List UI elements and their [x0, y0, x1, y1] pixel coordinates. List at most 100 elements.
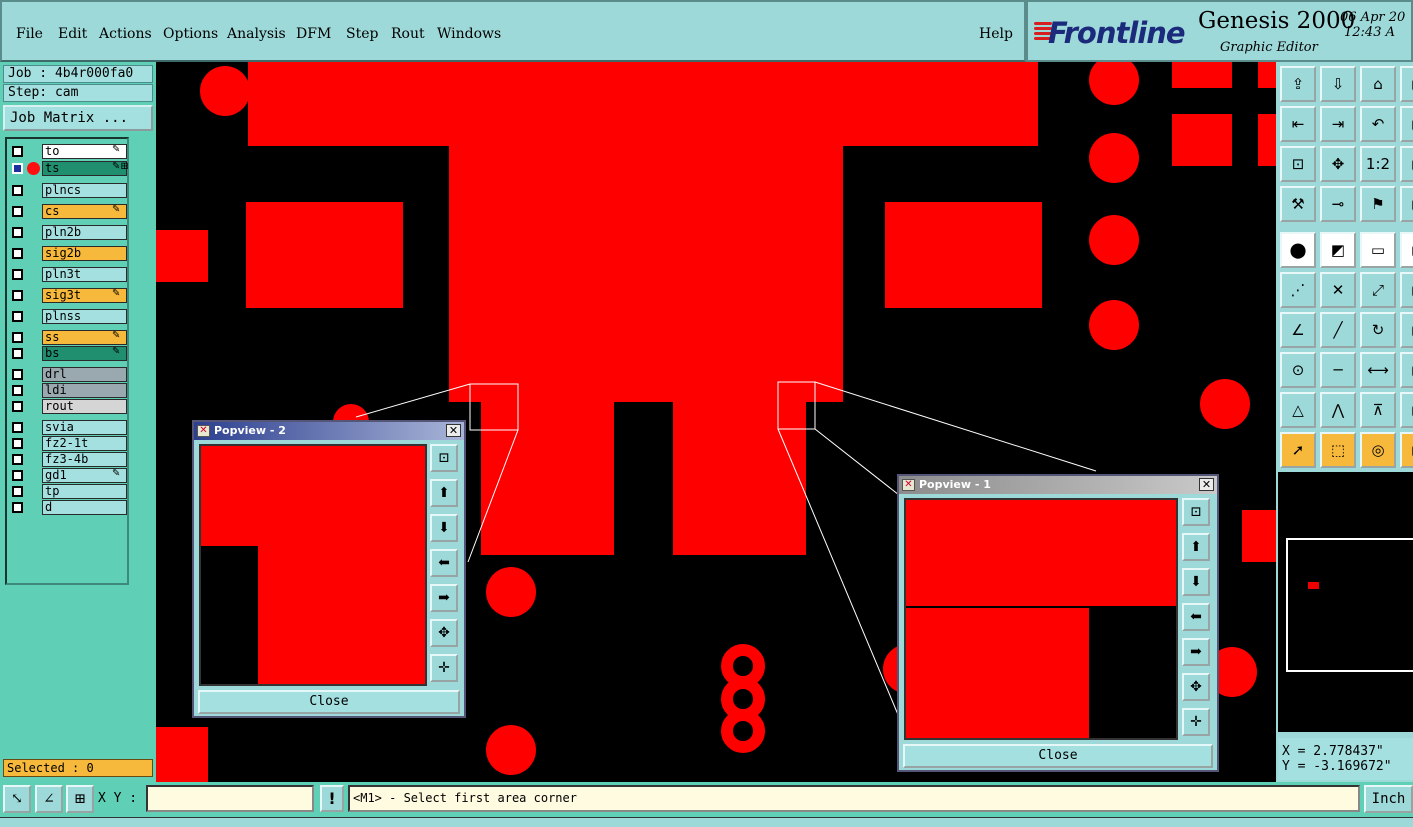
alert-button[interactable]: !: [320, 785, 344, 812]
layer-checkbox[interactable]: [12, 332, 23, 343]
layer-label[interactable]: rout: [42, 399, 127, 414]
layer-checkbox[interactable]: [12, 290, 23, 301]
dimension-icon[interactable]: ⟷: [1360, 352, 1396, 388]
layer-checkbox[interactable]: [12, 438, 23, 449]
layer-row[interactable]: ss ✎: [9, 330, 127, 345]
layer-row[interactable]: cs ✎: [9, 204, 127, 219]
open-step-icon[interactable]: ⇪: [1280, 66, 1316, 102]
layer-row[interactable]: bs ✎: [9, 346, 127, 361]
more2-icon[interactable]: ▢: [1400, 146, 1413, 182]
traffic-light-icon[interactable]: ⚑: [1360, 186, 1396, 222]
layer-row[interactable]: fz2-1t: [9, 436, 127, 451]
layer-row[interactable]: plncs: [9, 183, 127, 198]
pointer-circle-icon[interactable]: ◎: [1360, 432, 1396, 468]
xy-input[interactable]: [146, 785, 314, 812]
more4-icon[interactable]: ▢: [1400, 232, 1413, 268]
pointer-icon[interactable]: ➚: [1280, 432, 1316, 468]
layer-label[interactable]: drl: [42, 367, 127, 382]
layer-checkbox[interactable]: [12, 348, 23, 359]
layer-label[interactable]: pln2b: [42, 225, 127, 240]
cross-icon[interactable]: ✕: [1320, 272, 1356, 308]
menu-actions[interactable]: Actions: [99, 26, 152, 42]
overview-map[interactable]: [1278, 472, 1413, 732]
zoom-out-icon[interactable]: ✥: [1182, 673, 1210, 701]
job-matrix-button[interactable]: Job Matrix ...: [3, 105, 153, 131]
layer-row[interactable]: pln3t: [9, 267, 127, 282]
layer-checkbox[interactable]: [12, 385, 23, 396]
layer-row[interactable]: tp: [9, 484, 127, 499]
layer-checkbox[interactable]: [12, 248, 23, 259]
layer-label[interactable]: plnss: [42, 309, 127, 324]
pan-right-icon[interactable]: ➡: [1182, 638, 1210, 666]
layer-label[interactable]: plncs: [42, 183, 127, 198]
ruler-icon[interactable]: ▭: [1360, 232, 1396, 268]
next-icon[interactable]: ⇥: [1320, 106, 1356, 142]
zoom-in-icon[interactable]: ✛: [430, 654, 458, 682]
layer-checkbox[interactable]: [12, 502, 23, 513]
link-icon[interactable]: ⤢: [1360, 272, 1396, 308]
menu-dfm[interactable]: DFM: [296, 26, 331, 42]
layer-row[interactable]: drl: [9, 367, 127, 382]
layer-row[interactable]: ts ✎⊞: [9, 161, 129, 176]
layer-checkbox[interactable]: [12, 422, 23, 433]
window-menu-icon[interactable]: ✕: [197, 425, 210, 437]
pan-right-icon[interactable]: ➡: [430, 584, 458, 612]
menu-windows[interactable]: Windows: [437, 26, 501, 42]
popview-1-titlebar[interactable]: ✕ Popview - 1 ✕: [899, 476, 1217, 494]
layer-checkbox[interactable]: [12, 401, 23, 412]
layer-checkbox[interactable]: [12, 163, 23, 174]
layer-row[interactable]: gd1 ✎: [9, 468, 127, 483]
popview-2-close-button[interactable]: Close: [198, 690, 460, 714]
layer-label[interactable]: ldi: [42, 383, 127, 398]
layer-row[interactable]: ldi: [9, 383, 127, 398]
pan-up-icon[interactable]: ⬆: [430, 479, 458, 507]
menu-edit[interactable]: Edit: [58, 26, 87, 42]
layer-checkbox[interactable]: [12, 369, 23, 380]
layer-row[interactable]: svia: [9, 420, 127, 435]
more5-icon[interactable]: ▢: [1400, 272, 1413, 308]
layer-checkbox[interactable]: [12, 470, 23, 481]
more6-icon[interactable]: ▢: [1400, 312, 1413, 348]
more7-icon[interactable]: ▢: [1400, 352, 1413, 388]
triangle-icon[interactable]: △: [1280, 392, 1316, 428]
layer-checkbox[interactable]: [12, 227, 23, 238]
menu-options[interactable]: Options: [163, 26, 218, 42]
undo-view-icon[interactable]: ↶: [1360, 106, 1396, 142]
more8-icon[interactable]: ▢: [1400, 392, 1413, 428]
close-icon[interactable]: ✕: [1199, 478, 1214, 491]
pan-left-icon[interactable]: ⬅: [1182, 603, 1210, 631]
prev-icon[interactable]: ⇤: [1280, 106, 1316, 142]
zoom-center-icon[interactable]: ✥: [1320, 146, 1356, 182]
more-icon[interactable]: ▢: [1400, 106, 1413, 142]
home-icon[interactable]: ⌂: [1360, 66, 1396, 102]
layer-checkbox[interactable]: [12, 185, 23, 196]
select-icon[interactable]: ⬤: [1280, 232, 1316, 268]
layer-row[interactable]: sig2b: [9, 246, 127, 261]
layer-row[interactable]: fz3-4b: [9, 452, 127, 467]
segment-icon[interactable]: ─: [1320, 352, 1356, 388]
layer-label[interactable]: svia: [42, 420, 127, 435]
popview-1-view[interactable]: [904, 498, 1178, 740]
layer-label[interactable]: sig2b: [42, 246, 127, 261]
zoom-in-icon[interactable]: ✛: [1182, 708, 1210, 736]
connect-icon[interactable]: ⋰: [1280, 272, 1316, 308]
layer-checkbox[interactable]: [12, 486, 23, 497]
units-button[interactable]: Inch: [1364, 785, 1413, 813]
layer-checkbox[interactable]: [12, 206, 23, 217]
menu-rout[interactable]: Rout: [391, 26, 425, 42]
menu-file[interactable]: File: [16, 26, 43, 42]
scale-1-2-icon[interactable]: 1:2: [1360, 146, 1396, 182]
pan-left-icon[interactable]: ⬅: [430, 549, 458, 577]
pan-down-icon[interactable]: ⬇: [1182, 568, 1210, 596]
layer-checkbox[interactable]: [12, 269, 23, 280]
zoom-out-icon[interactable]: ✥: [430, 619, 458, 647]
layer-row[interactable]: d: [9, 500, 127, 515]
pointer-box-icon[interactable]: ⬚: [1320, 432, 1356, 468]
measure-icon[interactable]: ⊸: [1320, 186, 1356, 222]
zoom-fit-icon[interactable]: ⊡: [1280, 146, 1316, 182]
layer-label[interactable]: pln3t: [42, 267, 127, 282]
zoom-box-icon[interactable]: ⊡: [430, 444, 458, 472]
window-menu-icon[interactable]: ✕: [902, 479, 915, 491]
more9-icon[interactable]: ▢: [1400, 432, 1413, 468]
triangle3-icon[interactable]: ⊼: [1360, 392, 1396, 428]
